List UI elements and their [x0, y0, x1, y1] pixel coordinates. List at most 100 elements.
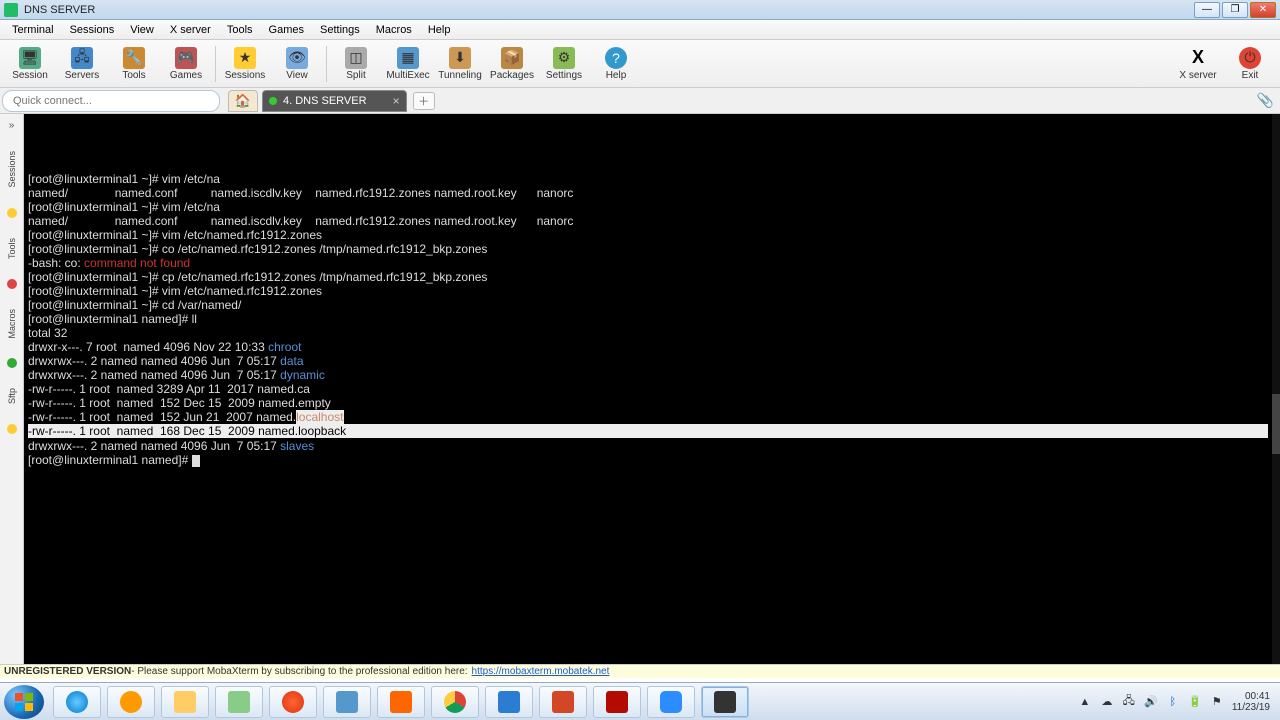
terminal-line: -bash: co: command not found: [28, 256, 1276, 270]
tab-close-button[interactable]: ×: [393, 94, 400, 108]
tb-session[interactable]: 🖥Session: [4, 42, 56, 86]
notepad-icon: [228, 691, 250, 713]
task-mobaxterm[interactable]: [701, 686, 749, 718]
task-vlc[interactable]: [377, 686, 425, 718]
tb-view[interactable]: 👁View: [271, 42, 323, 86]
sidebar-expand-button[interactable]: »: [9, 120, 15, 131]
power-icon: ⏻: [1239, 47, 1261, 69]
taskbar: ▲ ☁ 🖧 🔊 ᛒ 🔋 ⚑ 00:41 11/23/19: [0, 682, 1280, 720]
toolbar-separator: [215, 46, 216, 82]
side-pin-icon[interactable]: [7, 358, 17, 368]
home-tab[interactable]: 🏠: [228, 90, 258, 112]
task-app1[interactable]: [323, 686, 371, 718]
firefox-icon: [282, 691, 304, 713]
menu-settings[interactable]: Settings: [312, 24, 368, 36]
close-button[interactable]: ✕: [1250, 2, 1276, 18]
tray-bluetooth-icon[interactable]: ᛒ: [1166, 695, 1180, 709]
side-pin-icon[interactable]: [7, 279, 17, 289]
start-button[interactable]: [4, 685, 44, 719]
tray-battery-icon[interactable]: 🔋: [1188, 695, 1202, 709]
tb-games-label: Games: [170, 70, 202, 81]
tb-split[interactable]: ◫Split: [330, 42, 382, 86]
tray-clock[interactable]: 00:41 11/23/19: [1232, 691, 1270, 713]
terminal-line: [root@linuxterminal1 ~]# vim /etc/na: [28, 172, 1276, 186]
task-pdf[interactable]: [593, 686, 641, 718]
tb-settings-label: Settings: [546, 70, 582, 81]
tb-tunneling[interactable]: ⬇Tunneling: [434, 42, 486, 86]
side-pin-icon[interactable]: [7, 424, 17, 434]
side-strip: » Sessions Tools Macros Sftp: [0, 114, 24, 664]
wrench-icon: 🔧: [123, 47, 145, 69]
tb-settings[interactable]: ⚙Settings: [538, 42, 590, 86]
terminal-line: drwxrwx---. 2 named named 4096 Jun 7 05:…: [28, 368, 1276, 382]
session-tab-label: 4. DNS SERVER: [283, 95, 367, 107]
task-npp[interactable]: [215, 686, 263, 718]
task-media[interactable]: [107, 686, 155, 718]
tray-time: 00:41: [1232, 691, 1270, 702]
menu-macros[interactable]: Macros: [368, 24, 420, 36]
scrollbar-thumb[interactable]: [1272, 394, 1280, 454]
tb-tools[interactable]: 🔧Tools: [108, 42, 160, 86]
task-chrome[interactable]: [431, 686, 479, 718]
tray-cloud-icon[interactable]: ☁: [1100, 695, 1114, 709]
minimize-button[interactable]: —: [1194, 2, 1220, 18]
task-word[interactable]: [485, 686, 533, 718]
side-pin-icon[interactable]: [7, 208, 17, 218]
side-macros[interactable]: Macros: [5, 307, 19, 341]
menu-xserver[interactable]: X server: [162, 24, 219, 36]
scrollbar-track[interactable]: [1272, 114, 1280, 664]
tb-servers-label: Servers: [65, 70, 99, 81]
side-sessions[interactable]: Sessions: [5, 149, 19, 190]
task-zoom[interactable]: [647, 686, 695, 718]
tray-volume-icon[interactable]: 🔊: [1144, 695, 1158, 709]
task-explorer[interactable]: [161, 686, 209, 718]
terminal-line: total 32: [28, 326, 1276, 340]
menu-games[interactable]: Games: [261, 24, 312, 36]
quick-connect-input[interactable]: [2, 90, 220, 112]
toolbar-separator: [326, 46, 327, 82]
grid-icon: ▦: [397, 47, 419, 69]
task-ppt[interactable]: [539, 686, 587, 718]
tb-servers[interactable]: 🖧Servers: [56, 42, 108, 86]
app1-icon: [336, 691, 358, 713]
maximize-button[interactable]: ❐: [1222, 2, 1248, 18]
terminal[interactable]: [root@linuxterminal1 ~]# vim /etc/naname…: [24, 114, 1280, 664]
task-firefox[interactable]: [269, 686, 317, 718]
unregistered-label: UNREGISTERED VERSION: [4, 666, 131, 677]
task-ie[interactable]: [53, 686, 101, 718]
menu-help[interactable]: Help: [420, 24, 459, 36]
tray-flag-icon[interactable]: ⚑: [1210, 695, 1224, 709]
side-sftp[interactable]: Sftp: [5, 386, 19, 406]
tb-multiexec-label: MultiExec: [386, 70, 429, 81]
tb-help[interactable]: ?Help: [590, 42, 642, 86]
tb-sessions[interactable]: ★Sessions: [219, 42, 271, 86]
terminal-line: [root@linuxterminal1 ~]# co /etc/named.r…: [28, 242, 1276, 256]
terminal-line: -rw-r-----. 1 root named 168 Dec 15 2009…: [28, 424, 1268, 438]
menu-tools[interactable]: Tools: [219, 24, 261, 36]
session-tab[interactable]: 4. DNS SERVER ×: [262, 90, 407, 112]
folder-icon: [174, 691, 196, 713]
tray-network-icon[interactable]: 🖧: [1122, 695, 1136, 709]
terminal-line: drwxr-x---. 7 root named 4096 Nov 22 10:…: [28, 340, 1276, 354]
tb-tunneling-label: Tunneling: [438, 70, 482, 81]
status-bar: UNREGISTERED VERSION - Please support Mo…: [0, 664, 1280, 678]
tb-help-label: Help: [606, 70, 627, 81]
tb-session-label: Session: [12, 70, 48, 81]
tb-exit[interactable]: ⏻Exit: [1224, 42, 1276, 86]
tb-packages-label: Packages: [490, 70, 534, 81]
menu-sessions[interactable]: Sessions: [62, 24, 123, 36]
windows-icon: [14, 692, 34, 712]
titlebar: DNS SERVER — ❐ ✕: [0, 0, 1280, 20]
tb-packages[interactable]: 📦Packages: [486, 42, 538, 86]
tb-games[interactable]: 🎮Games: [160, 42, 212, 86]
menu-terminal[interactable]: Terminal: [4, 24, 62, 36]
status-link[interactable]: https://mobaxterm.mobatek.net: [472, 666, 610, 677]
tray-show-hidden[interactable]: ▲: [1078, 695, 1092, 709]
attachment-icon[interactable]: 📎: [1257, 92, 1274, 109]
tb-multiexec[interactable]: ▦MultiExec: [382, 42, 434, 86]
tb-split-label: Split: [346, 70, 365, 81]
tb-xserver[interactable]: XX server: [1172, 42, 1224, 86]
side-tools[interactable]: Tools: [5, 236, 19, 261]
menu-view[interactable]: View: [122, 24, 162, 36]
new-tab-button[interactable]: ＋: [413, 92, 435, 110]
